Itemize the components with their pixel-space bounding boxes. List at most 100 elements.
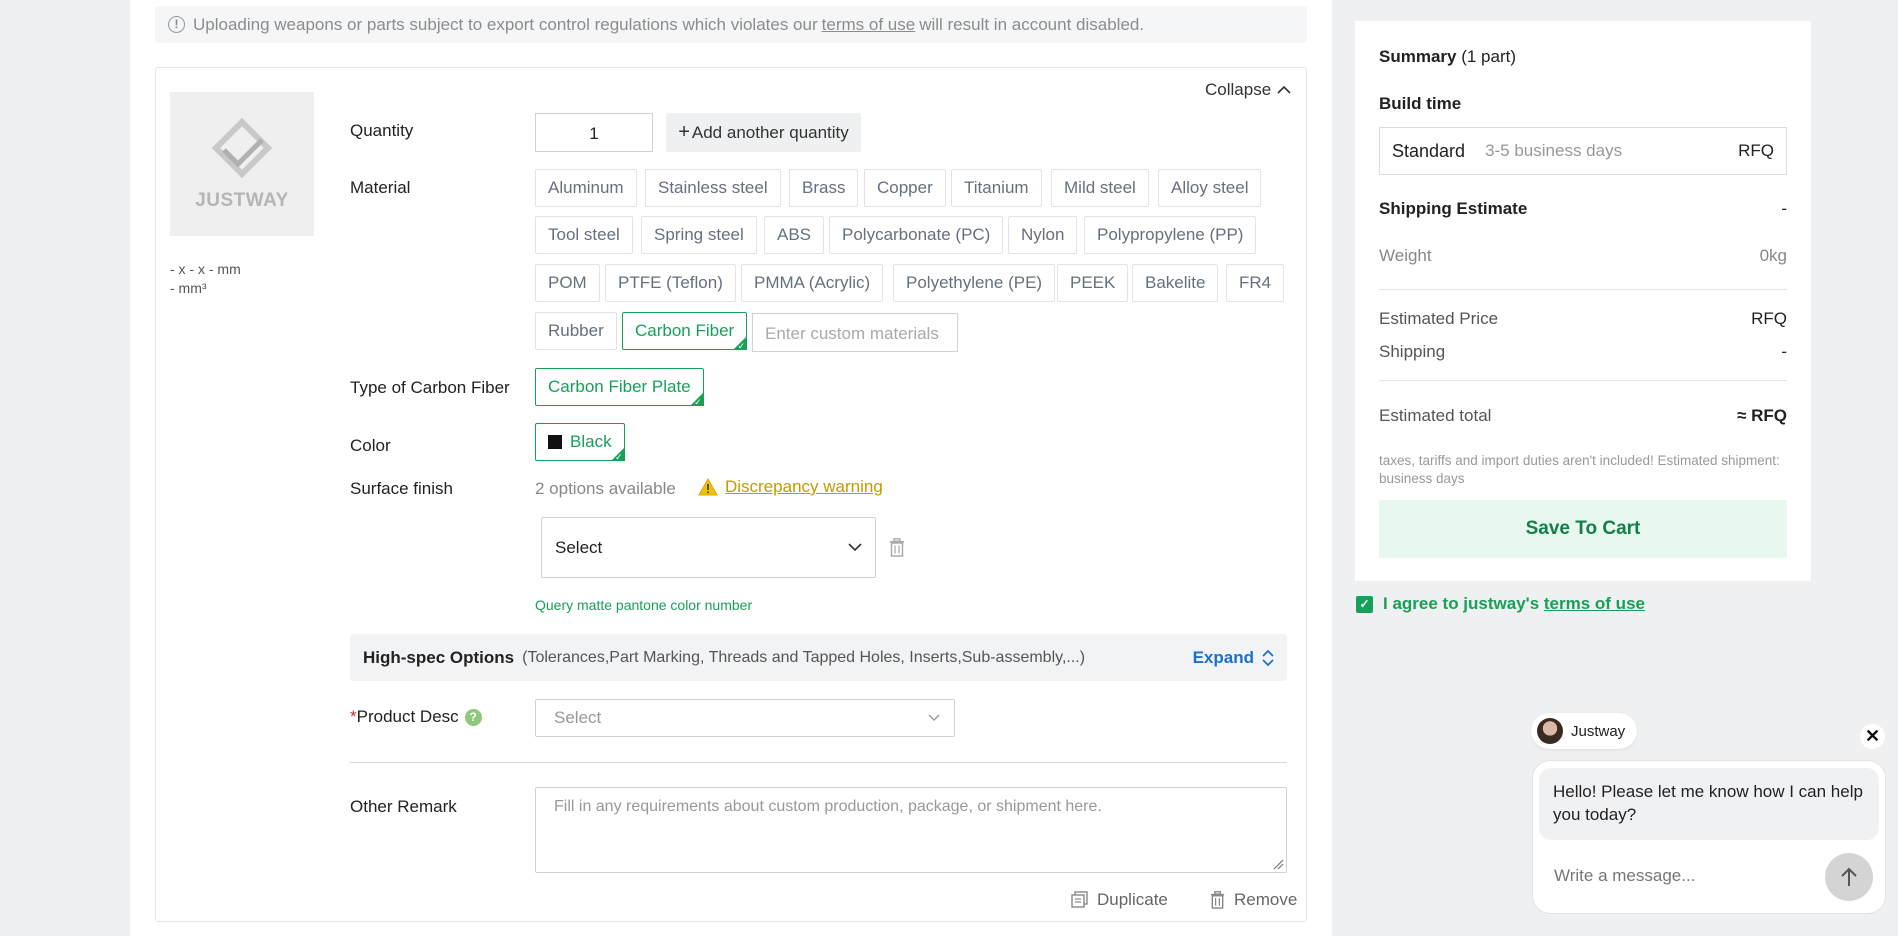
weight-value: 0kg xyxy=(1759,246,1787,265)
product-desc-text: Product Desc xyxy=(356,707,459,726)
terms-agreement[interactable]: ✓ I agree to justway's terms of use xyxy=(1356,594,1645,614)
notice-text: Uploading weapons or parts subject to ex… xyxy=(193,14,818,34)
duplicate-label: Duplicate xyxy=(1097,890,1168,909)
weight-row: Weight 0kg xyxy=(1379,246,1787,266)
material-type-label: Type of Carbon Fiber xyxy=(350,378,510,397)
color-label: Color xyxy=(350,436,391,455)
high-spec-options-bar[interactable]: High-spec Options (Tolerances,Part Marki… xyxy=(350,634,1287,681)
surface-finish-select[interactable]: Select xyxy=(541,517,876,578)
discrepancy-warning-link[interactable]: Discrepancy warning xyxy=(698,477,883,497)
thumbnail-logo-text: JUSTWAY xyxy=(195,190,289,211)
material-option-carbon-fiber[interactable]: Carbon Fiber xyxy=(622,312,748,352)
collapse-button[interactable]: Collapse xyxy=(1205,80,1291,100)
collapse-label: Collapse xyxy=(1205,80,1272,99)
duplicate-icon xyxy=(1071,891,1088,908)
other-remark-textarea[interactable]: Fill in any requirements about custom pr… xyxy=(535,787,1287,873)
send-button[interactable] xyxy=(1825,853,1873,901)
estimated-price-label: Estimated Price xyxy=(1379,309,1499,328)
shipping-value: - xyxy=(1781,342,1787,361)
estimated-total-value: ≈ RFQ xyxy=(1737,406,1787,425)
pantone-color-link[interactable]: Query matte pantone color number xyxy=(535,597,752,613)
build-option-price: RFQ xyxy=(1738,141,1774,160)
summary-title-text: Summary xyxy=(1379,47,1457,66)
custom-material-input[interactable]: Enter custom materials xyxy=(752,313,958,352)
add-quantity-button[interactable]: + Add another quantity xyxy=(666,113,861,152)
color-swatch xyxy=(548,435,562,449)
material-option-nylon[interactable]: Nylon xyxy=(1008,216,1078,254)
material-option-spring-steel[interactable]: Spring steel xyxy=(641,216,757,254)
arrow-up-icon xyxy=(1841,867,1857,886)
agree-terms-link[interactable]: terms of use xyxy=(1544,594,1645,613)
product-desc-label: * Product Desc ? xyxy=(350,707,482,727)
surface-finish-delete-icon[interactable] xyxy=(888,538,906,562)
chat-agent-badge[interactable]: Justway xyxy=(1531,713,1638,749)
weight-label: Weight xyxy=(1379,246,1432,265)
agree-checkbox[interactable]: ✓ xyxy=(1356,595,1373,613)
material-option-polyethylene[interactable]: Polyethylene (PE) xyxy=(893,264,1056,302)
close-icon[interactable]: ✕ xyxy=(1860,724,1885,749)
material-option-aluminum[interactable]: Aluminum xyxy=(535,169,637,207)
chevron-up-icon xyxy=(1277,85,1291,94)
material-option-ptfe[interactable]: PTFE (Teflon) xyxy=(605,264,736,302)
material-option-polycarbonate[interactable]: Polycarbonate (PC) xyxy=(829,216,1004,254)
material-option-pmma[interactable]: PMMA (Acrylic) xyxy=(741,264,884,302)
trash-icon xyxy=(1210,891,1225,909)
part-dimensions: - x - x - mm xyxy=(170,261,241,277)
chat-message-input[interactable]: Write a message... xyxy=(1554,866,1695,886)
material-option-pom[interactable]: POM xyxy=(535,264,600,302)
material-option-abs[interactable]: ABS xyxy=(764,216,825,254)
shipping-estimate-label: Shipping Estimate xyxy=(1379,199,1528,218)
expand-label: Expand xyxy=(1192,647,1254,667)
section-divider xyxy=(350,762,1287,763)
part-volume: - mm³ xyxy=(170,280,207,296)
color-option-black[interactable]: Black xyxy=(535,423,625,463)
expand-button[interactable]: Expand xyxy=(1193,648,1274,668)
material-option-bakelite[interactable]: Bakelite xyxy=(1132,264,1219,302)
material-option-tool-steel[interactable]: Tool steel xyxy=(535,216,633,254)
color-option-label: Black xyxy=(570,432,612,451)
part-thumbnail[interactable]: JUSTWAY xyxy=(170,92,314,236)
summary-divider xyxy=(1379,289,1787,290)
shipping-estimate-row: Shipping Estimate - xyxy=(1379,199,1787,219)
build-time-option-standard[interactable]: Standard 3-5 business days RFQ xyxy=(1379,127,1787,175)
required-mark: * xyxy=(350,707,357,726)
save-to-cart-button[interactable]: Save To Cart xyxy=(1379,500,1787,558)
material-option-fr4[interactable]: FR4 xyxy=(1226,264,1285,302)
material-option-rubber[interactable]: Rubber xyxy=(535,312,617,350)
notice-text-after: will result in account disabled. xyxy=(919,14,1145,34)
estimated-total-label: Estimated total xyxy=(1379,406,1492,425)
resize-grip-icon[interactable] xyxy=(1272,858,1284,870)
summary-title: Summary (1 part) xyxy=(1379,47,1516,67)
material-option-alloy-steel[interactable]: Alloy steel xyxy=(1158,169,1262,207)
justway-logo-icon xyxy=(211,117,273,179)
chat-message: Hello! Please let me know how I can help… xyxy=(1539,768,1879,840)
build-option-days: 3-5 business days xyxy=(1485,141,1623,160)
export-notice: ! Uploading weapons or parts subject to … xyxy=(155,6,1307,43)
remove-button[interactable]: Remove xyxy=(1209,890,1297,910)
material-option-peek[interactable]: PEEK xyxy=(1057,264,1129,302)
material-option-copper[interactable]: Copper xyxy=(864,169,946,207)
shipping-row: Shipping - xyxy=(1379,342,1787,362)
material-option-titanium[interactable]: Titanium xyxy=(951,169,1042,207)
notice-terms-link[interactable]: terms of use xyxy=(822,15,916,35)
help-icon[interactable]: ? xyxy=(464,708,482,726)
other-remark-placeholder: Fill in any requirements about custom pr… xyxy=(554,798,1102,815)
high-spec-title: High-spec Options xyxy=(363,647,515,667)
build-time-label: Build time xyxy=(1379,94,1462,113)
material-option-stainless-steel[interactable]: Stainless steel xyxy=(645,169,781,207)
quantity-input[interactable]: 1 xyxy=(535,113,653,152)
duplicate-button[interactable]: Duplicate xyxy=(1071,890,1168,910)
material-option-brass[interactable]: Brass xyxy=(789,169,859,207)
material-option-polypropylene[interactable]: Polypropylene (PP) xyxy=(1084,216,1257,254)
summary-note: taxes, tariffs and import duties aren't … xyxy=(1379,453,1780,486)
chevron-down-icon xyxy=(848,543,862,552)
expand-chevrons-icon xyxy=(1262,649,1274,666)
info-icon: ! xyxy=(168,16,185,33)
material-type-option[interactable]: Carbon Fiber Plate xyxy=(535,368,704,408)
agree-text: I agree to justway's xyxy=(1383,594,1540,613)
material-option-mild-steel[interactable]: Mild steel xyxy=(1051,169,1149,207)
quantity-label: Quantity xyxy=(350,121,414,140)
surface-finish-label: Surface finish xyxy=(350,479,453,498)
product-desc-select[interactable]: Select xyxy=(535,699,955,737)
estimated-price-value: RFQ xyxy=(1751,309,1787,328)
